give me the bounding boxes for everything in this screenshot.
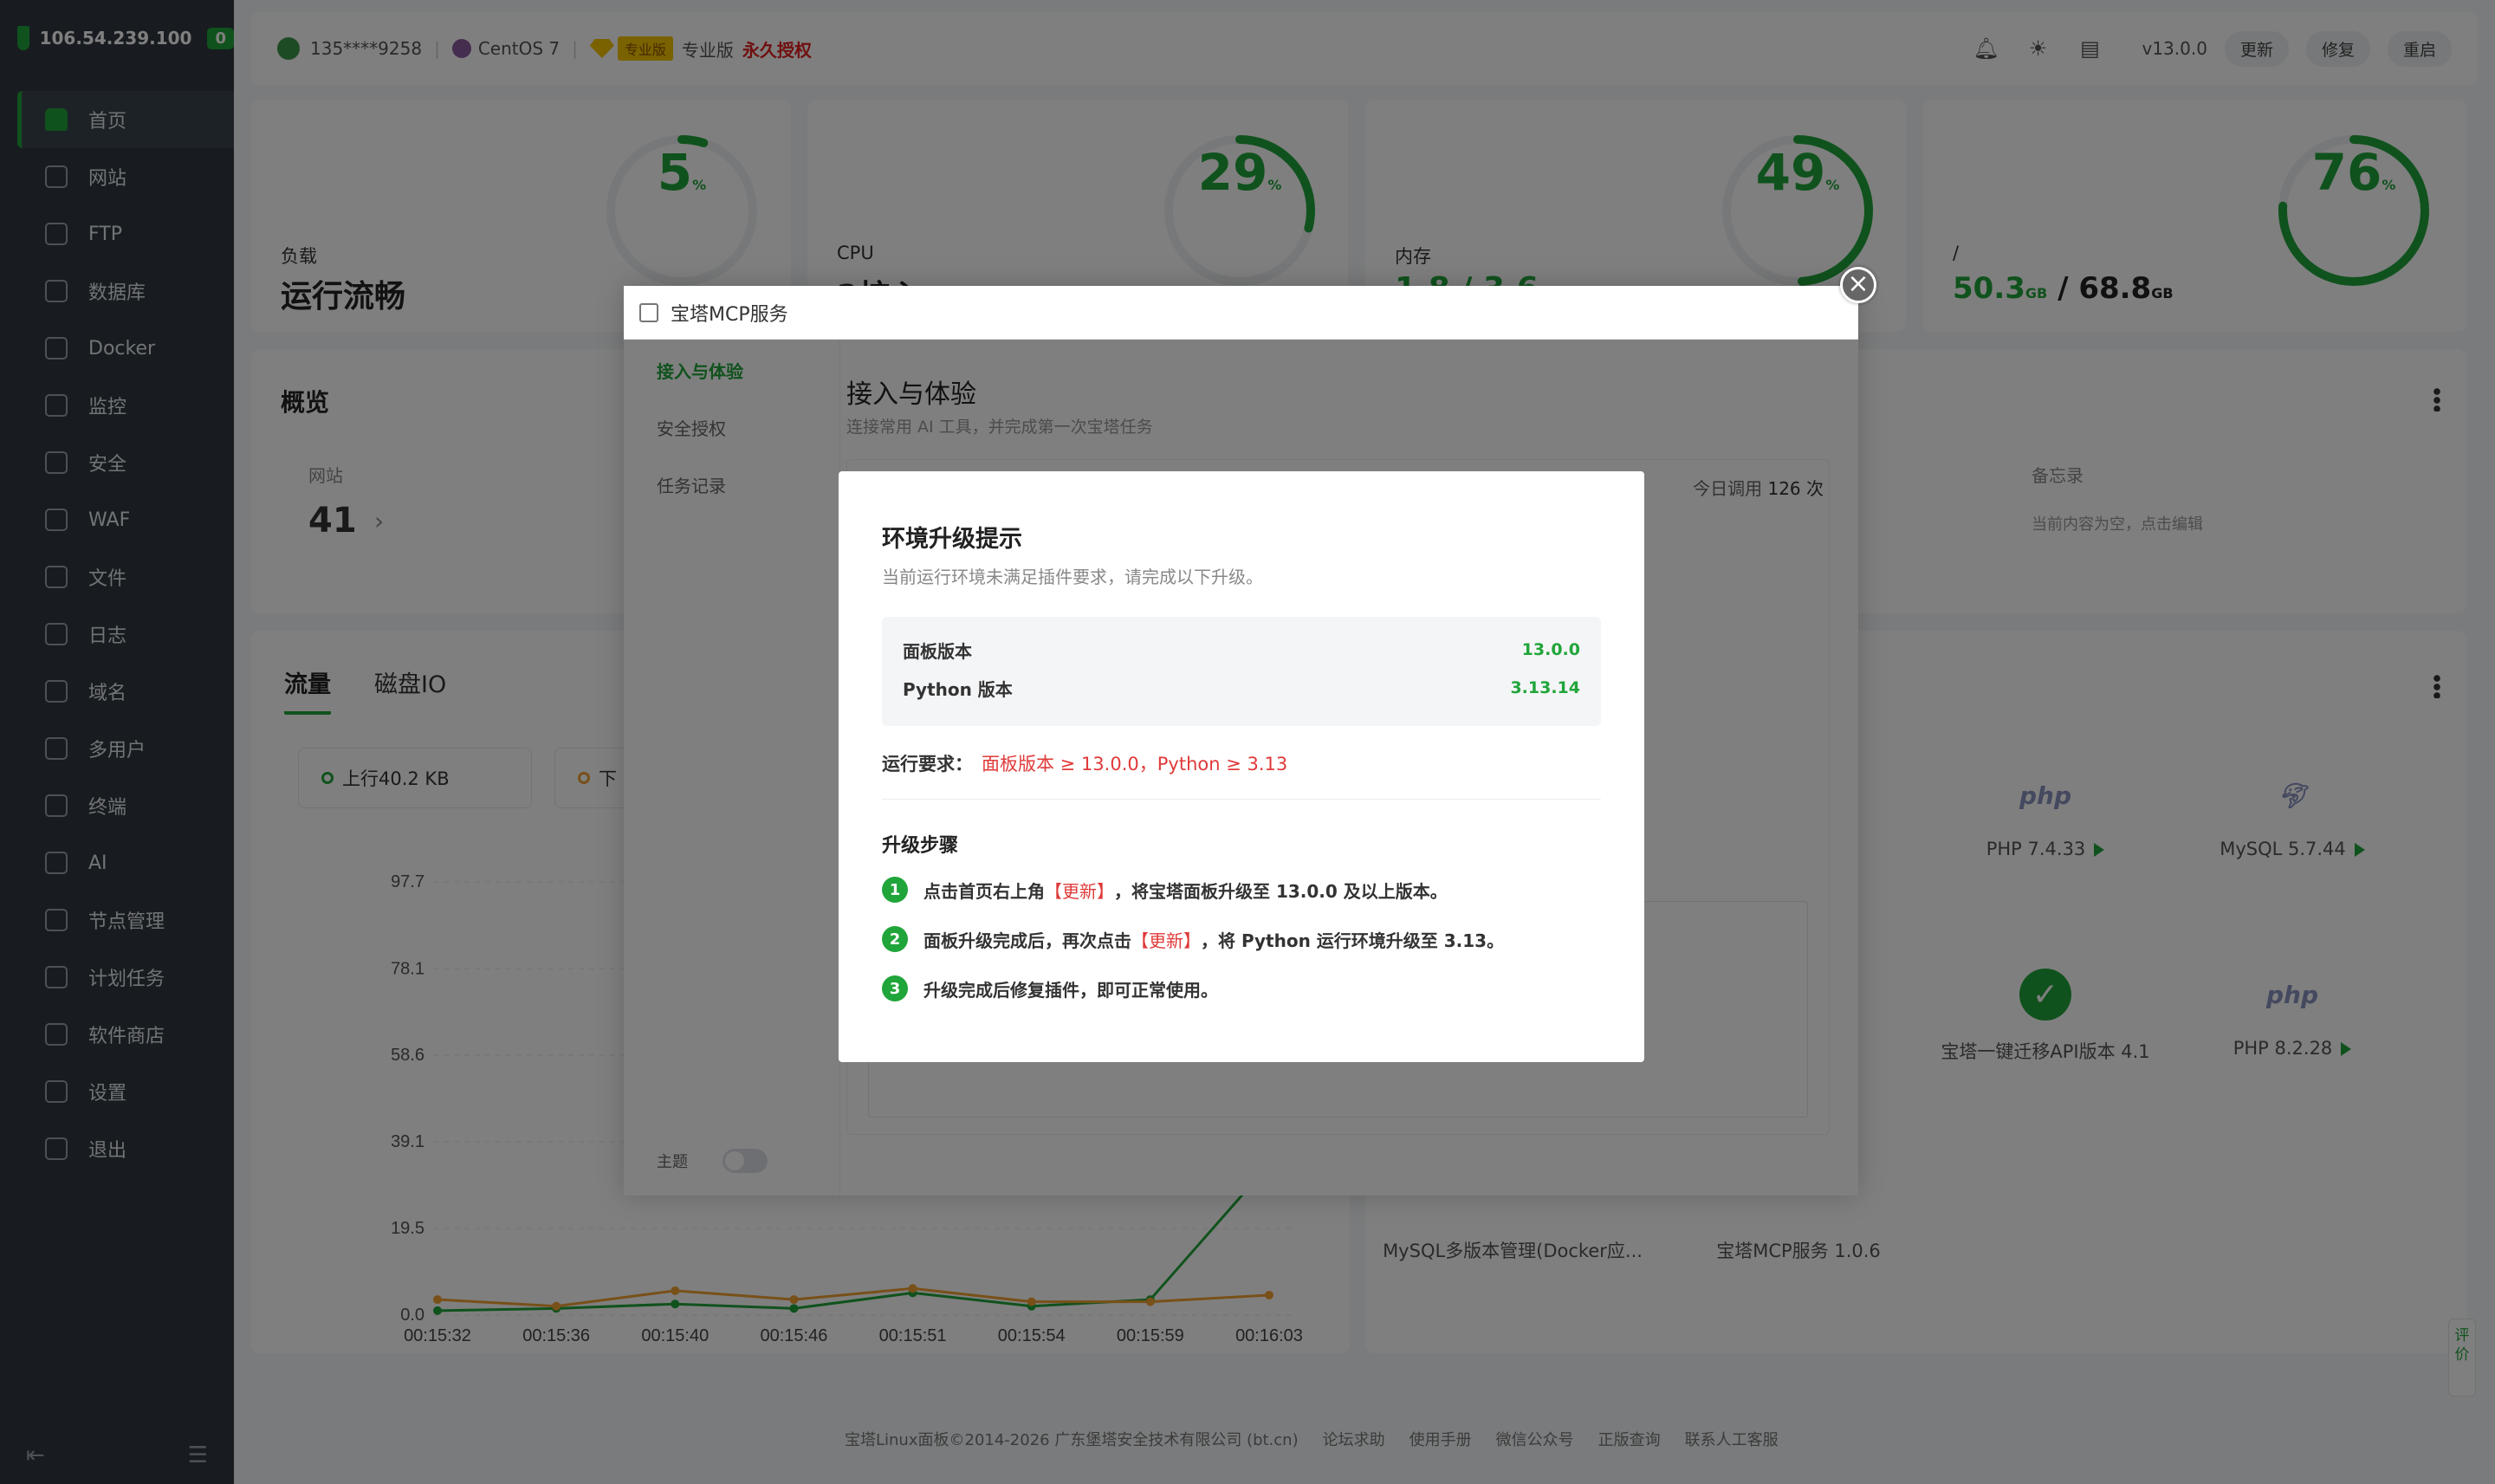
env-title: 环境升级提示	[882, 526, 1022, 553]
steps-title: 升级步骤	[882, 835, 959, 857]
step-3: 3 升级完成后修复插件，即可正常使用。	[882, 975, 1218, 1001]
divider	[882, 799, 1601, 800]
step-number: 3	[882, 975, 908, 1001]
env-desc: 当前运行环境未满足插件要求，请完成以下升级。	[882, 567, 1263, 587]
version-box: 面板版本 13.0.0 Python 版本 3.13.14	[882, 617, 1601, 726]
step-1: 1 点击首页右上角 【更新】 ，将宝塔面板升级至 13.0.0 及以上版本。	[882, 877, 1448, 903]
close-icon[interactable]: ×	[1840, 267, 1876, 303]
env-upgrade-dialog: 环境升级提示 当前运行环境未满足插件要求，请完成以下升级。 面板版本 13.0.0…	[839, 471, 1644, 1062]
panel-version-row: 面板版本 13.0.0	[903, 640, 1580, 662]
step-2: 2 面板升级完成后，再次点击 【更新】 ，将 Python 运行环境升级至 3.13。	[882, 926, 1504, 952]
box-icon	[639, 302, 658, 322]
mcp-dialog-header: 宝塔MCP服务	[624, 286, 1858, 340]
mcp-dialog-title: 宝塔MCP服务	[671, 303, 788, 326]
python-version-row: Python 版本 3.13.14	[903, 678, 1580, 700]
step-number: 2	[882, 926, 908, 952]
requirement: 运行要求： 面板版本 ≥ 13.0.0，Python ≥ 3.13	[882, 754, 1288, 774]
step-number: 1	[882, 877, 908, 903]
